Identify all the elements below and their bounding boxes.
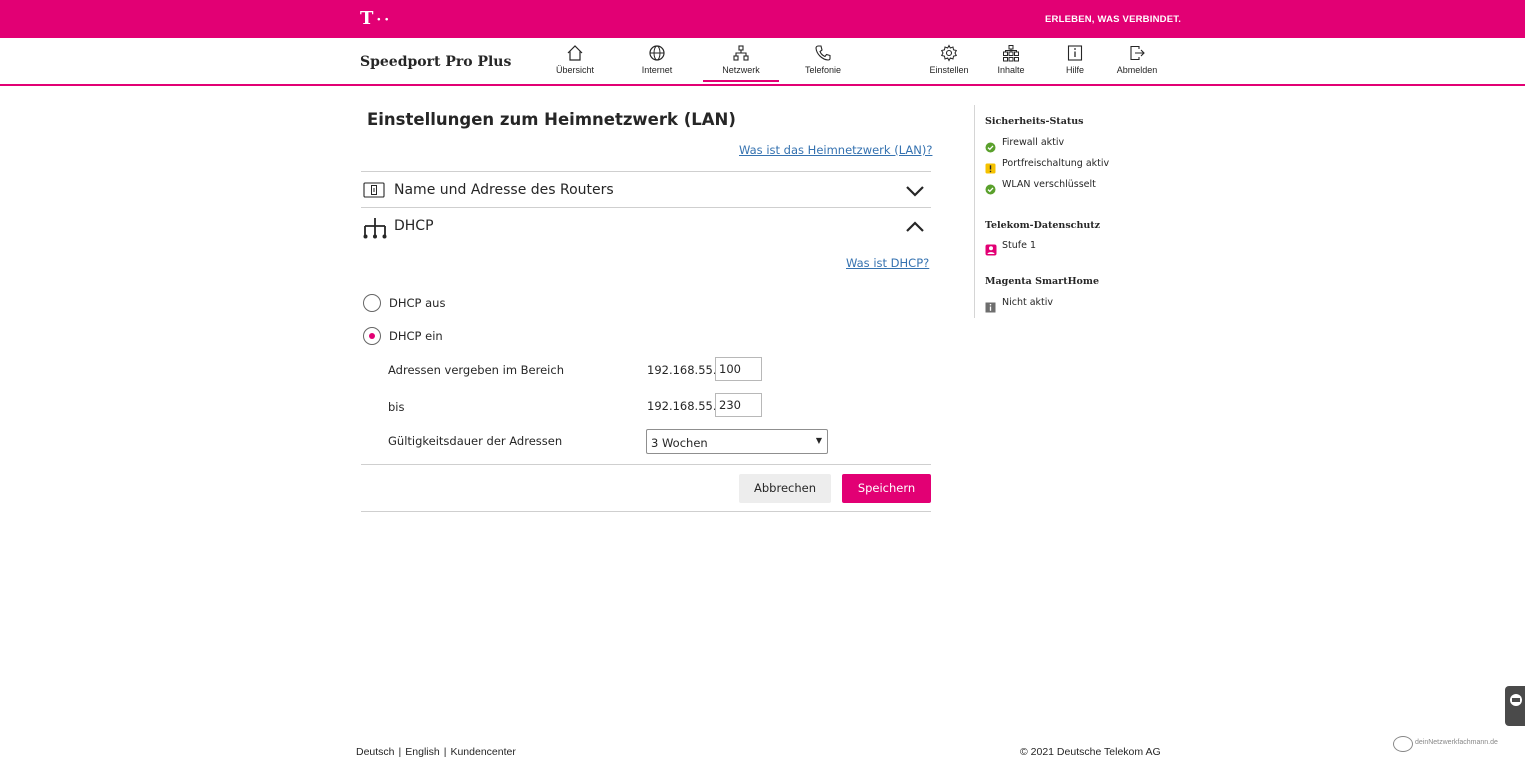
watermark-text: deinNetzwerkfachmann.de [1415,739,1498,746]
user-shield-icon [985,241,997,260]
section-label: Name und Adresse des Routers [394,182,614,198]
security-item-label: Portfreischaltung aktiv [1002,158,1110,169]
nav-label: Telefonie [804,65,842,75]
section-dhcp[interactable]: DHCP [361,209,931,243]
copyright: © 2021 Deutsche Telekom AG [1020,746,1161,758]
logo-dots: ·· [376,12,393,28]
main-navigation: Speedport Pro Plus Übersicht Internet Ne… [0,38,1525,86]
nav-label: Inhalte [997,65,1025,75]
top-brand-bar: T ·· ERLEBEN, WAS VERBINDET. [0,0,1525,38]
security-item-label: Firewall aktiv [1002,137,1065,148]
sidebar-divider [974,105,975,318]
telekom-logo[interactable]: T ·· [360,8,392,29]
nav-label: Netzwerk [722,65,760,75]
nav-item-netzwerk[interactable]: Netzwerk [703,44,779,82]
security-item-label: WLAN verschlüsselt [1002,179,1096,190]
radio-button-selected[interactable] [363,327,381,345]
select-value: 3 Wochen [651,436,708,450]
smarthome-status-label: Nicht aktiv [1002,297,1054,308]
help-link-dhcp[interactable]: Was ist DHCP? [846,256,929,270]
router-name: Speedport Pro Plus [360,54,512,70]
phone-icon [815,45,831,61]
section-label: DHCP [394,218,434,234]
kundencenter-link[interactable]: Kundencenter [450,746,515,758]
save-button[interactable]: Speichern [842,474,931,503]
check-ok-icon [985,138,996,157]
watermark-logo-icon [1393,736,1413,752]
lease-duration-label: Gültigkeitsdauer der Adressen [388,434,563,448]
divider [361,464,931,465]
help-link-lan[interactable]: Was ist das Heimnetzwerk (LAN)? [739,143,932,157]
lease-duration-select[interactable]: 3 Wochen ▼ [646,429,828,454]
footer-separator: | [398,746,402,758]
gear-icon [940,44,958,62]
section-router-name-address[interactable]: Name und Adresse des Routers [361,173,931,207]
chat-icon [1510,694,1522,706]
footer-separator: | [443,746,447,758]
language-link-de[interactable]: Deutsch [356,746,395,758]
range-end-label: bis [388,400,405,414]
chevron-down-icon[interactable] [905,183,925,202]
info-icon [985,298,996,317]
nav-label: Internet [641,65,673,75]
range-start-label: Adressen vergeben im Bereich [388,363,564,377]
warning-icon [985,159,996,178]
sitemap-icon [1003,45,1019,62]
divider [361,171,931,172]
globe-icon [649,45,665,61]
home-icon [567,45,583,61]
network-icon [733,45,749,61]
nav-label: Übersicht [555,65,594,75]
nav-label: Hilfe [1065,65,1084,75]
range-end-prefix: 192.168.55. [647,399,717,413]
chevron-up-icon[interactable] [905,219,925,238]
security-status-title: Sicherheits-Status [985,116,1084,127]
range-start-prefix: 192.168.55. [647,363,717,377]
nav-item-inhalte[interactable]: Inhalte [981,44,1041,75]
nav-item-internet[interactable]: Internet [627,44,687,75]
radio-label: DHCP ein [389,329,443,343]
nav-item-abmelden[interactable]: Abmelden [1107,44,1167,75]
range-start-input[interactable] [715,357,762,381]
nav-label: Einstellen [929,65,969,75]
language-link-en[interactable]: English [405,746,439,758]
privacy-title: Telekom-Datenschutz [985,220,1101,231]
footer-links: Deutsch | English | Kundencenter [356,746,516,758]
info-icon [1067,45,1083,61]
nav-item-uebersicht[interactable]: Übersicht [545,44,605,75]
network-tree-icon [363,217,387,243]
logo-letter: T [360,8,375,29]
cancel-button[interactable]: Abbrechen [739,474,831,503]
brand-slogan: ERLEBEN, WAS VERBINDET. [1045,14,1182,25]
radio-button[interactable] [363,294,381,312]
dropdown-arrow-icon: ▼ [815,436,822,445]
privacy-level-label: Stufe 1 [1002,240,1037,251]
watermark: deinNetzwerkfachmann.de [1393,734,1515,754]
nav-label: Abmelden [1116,65,1158,75]
nav-item-einstellen[interactable]: Einstellen [919,44,979,75]
logout-icon [1130,45,1145,61]
radio-label: DHCP aus [389,296,446,310]
page-title: Einstellungen zum Heimnetzwerk (LAN) [367,110,736,129]
nav-item-telefonie[interactable]: Telefonie [793,44,853,75]
smarthome-title: Magenta SmartHome [985,276,1099,287]
range-end-input[interactable] [715,393,762,417]
nav-item-hilfe[interactable]: Hilfe [1045,44,1105,75]
divider [361,207,931,208]
check-ok-icon [985,180,996,199]
router-icon [363,181,385,203]
side-chat-tab[interactable] [1505,686,1525,726]
divider [361,511,931,512]
